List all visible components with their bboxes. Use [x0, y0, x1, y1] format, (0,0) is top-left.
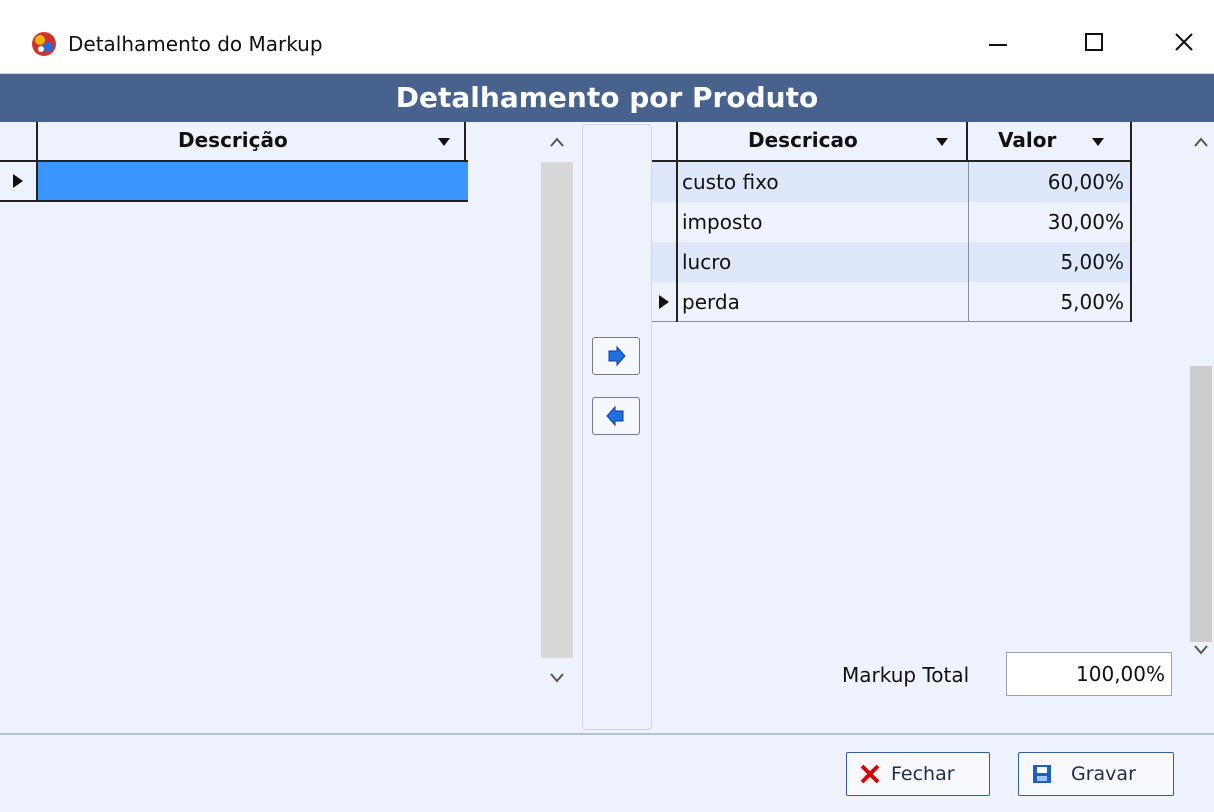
table-row[interactable]: perda 5,00% [652, 282, 1132, 322]
cell-valor: 60,00% [968, 162, 1132, 202]
fechar-label: Fechar [891, 763, 955, 785]
header-band: Detalhamento por Produto [0, 74, 1214, 122]
cell-valor: 5,00% [968, 282, 1132, 322]
maximize-icon [1085, 33, 1103, 51]
chevron-down-icon [550, 673, 564, 683]
close-icon [1175, 33, 1193, 51]
right-grid: Descricao Valor custo fixo 60,00% impost… [652, 122, 1214, 662]
left-vertical-scrollbar[interactable] [541, 122, 573, 698]
right-grid-column-header[interactable]: Descricao [678, 122, 968, 160]
left-grid-row[interactable] [0, 162, 468, 202]
caret-right-icon [659, 295, 669, 309]
arrow-left-icon [606, 405, 624, 427]
chevron-down-icon[interactable] [934, 134, 950, 150]
scroll-down-button[interactable] [1188, 638, 1214, 662]
chevron-up-icon [550, 137, 564, 147]
left-grid-column-header[interactable]: Descrição [38, 122, 466, 160]
save-icon [1033, 765, 1051, 783]
cell-descricao: imposto [682, 210, 763, 234]
row-indicator [652, 242, 678, 282]
scroll-down-button[interactable] [541, 658, 573, 698]
right-grid-column-descricao: Descricao [748, 128, 858, 152]
table-row[interactable]: imposto 30,00% [652, 202, 1132, 242]
cell-valor: 30,00% [968, 202, 1132, 242]
minimize-button[interactable] [970, 18, 1026, 66]
right-grid-column-header[interactable]: Valor [968, 122, 1132, 160]
left-grid-header: Descrição [0, 122, 468, 162]
right-grid-column-valor: Valor [998, 128, 1057, 152]
app-icon [30, 30, 58, 58]
table-row[interactable]: lucro 5,00% [652, 242, 1132, 282]
table-row[interactable]: custo fixo 60,00% [652, 162, 1132, 202]
minimize-icon [989, 44, 1007, 46]
markup-total-field[interactable]: 100,00% [1006, 652, 1172, 696]
row-indicator [652, 162, 678, 202]
right-grid-indicator-header [652, 122, 678, 160]
caret-right-icon [13, 174, 23, 188]
row-indicator [652, 282, 678, 322]
markup-total-label: Markup Total [842, 663, 970, 687]
row-indicator [0, 162, 38, 200]
chevron-down-icon[interactable] [436, 134, 452, 150]
cell-descricao: perda [682, 290, 740, 314]
scroll-thumb[interactable] [1190, 366, 1212, 642]
x-icon [860, 764, 880, 784]
cell-descricao: lucro [682, 250, 732, 274]
chevron-up-icon [1194, 137, 1208, 147]
row-indicator [652, 202, 678, 242]
left-grid-column-descricao: Descrição [178, 128, 288, 152]
scroll-up-button[interactable] [541, 122, 573, 162]
move-left-button[interactable] [592, 397, 640, 435]
selected-cell[interactable] [38, 162, 468, 200]
fechar-button[interactable]: Fechar [846, 752, 990, 796]
cell-valor: 5,00% [968, 242, 1132, 282]
maximize-button[interactable] [1066, 18, 1122, 66]
window-titlebar: Detalhamento do Markup [0, 0, 1214, 74]
transfer-panel [582, 124, 652, 730]
footer: Fechar Gravar [0, 733, 1214, 812]
left-grid-indicator-header [0, 122, 38, 160]
move-right-button[interactable] [592, 337, 640, 375]
cell-descricao: custo fixo [682, 170, 779, 194]
close-window-button[interactable] [1156, 18, 1212, 66]
window-title: Detalhamento do Markup [68, 32, 323, 56]
left-grid: Descrição [0, 122, 573, 698]
right-vertical-scrollbar[interactable] [1188, 122, 1214, 662]
chevron-down-icon[interactable] [1090, 134, 1106, 150]
right-grid-header: Descricao Valor [652, 122, 1132, 162]
arrow-right-icon [608, 345, 626, 367]
gravar-button[interactable]: Gravar [1018, 752, 1174, 796]
gravar-label: Gravar [1071, 763, 1136, 785]
chevron-down-icon [1194, 645, 1208, 655]
scroll-up-button[interactable] [1188, 122, 1214, 162]
